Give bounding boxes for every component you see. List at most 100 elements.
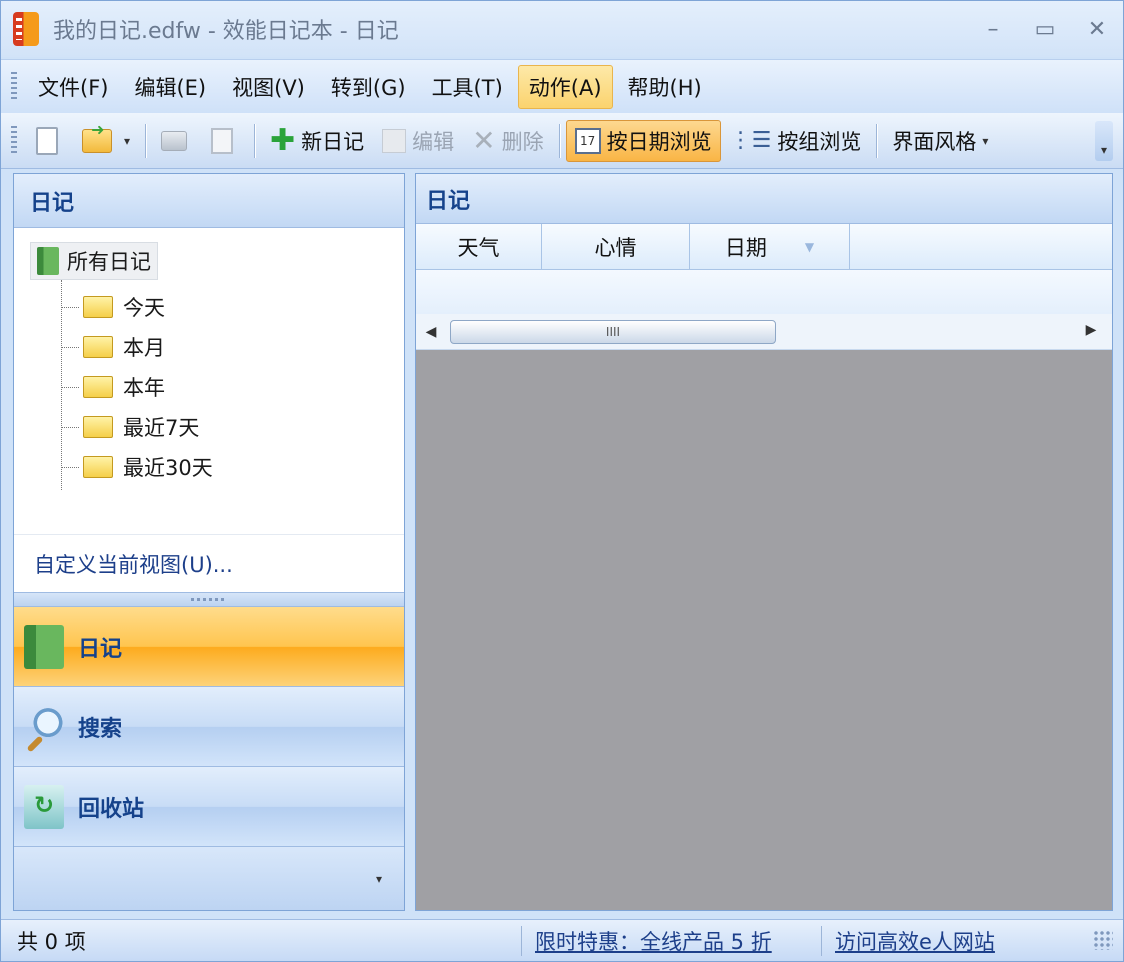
plus-icon: ✚ (270, 122, 296, 158)
menu-help[interactable]: 帮助(H) (617, 65, 713, 109)
tree-node-last-30-days[interactable]: 最近30天 (61, 448, 213, 486)
horizontal-scrollbar[interactable]: ◀ IIII ▶ (416, 314, 1112, 350)
open-folder-icon (82, 120, 112, 153)
diary-list-header: 天气 心情 日期 ▼ (416, 224, 1112, 270)
new-diary-label: 新日记 (301, 129, 365, 154)
new-document-icon (36, 126, 58, 155)
pane-splitter-handle[interactable] (14, 592, 404, 606)
resize-grip-icon[interactable] (1093, 930, 1113, 950)
new-diary-button[interactable]: ✚ 新日记 (261, 120, 373, 162)
menubar-grip-handle[interactable] (11, 71, 17, 102)
tree-node-label: 最近7天 (123, 416, 200, 440)
website-link[interactable]: 访问高效e人网站 (835, 920, 995, 962)
diary-list-body[interactable] (416, 270, 1112, 314)
menu-edit[interactable]: 编辑(E) (123, 65, 217, 109)
menu-actions[interactable]: 动作(A) (517, 64, 613, 109)
toolbar-grip-handle[interactable] (11, 125, 17, 156)
title-bar[interactable]: 我的日记.edfw - 效能日记本 - 日记 – ▭ ✕ (1, 1, 1123, 57)
toolbar-overflow-button[interactable]: ▾ (1095, 121, 1113, 161)
maximize-button[interactable]: ▭ (1019, 1, 1071, 57)
print-preview-icon (211, 127, 234, 154)
column-label: 心情 (594, 236, 637, 260)
diary-tree: 所有日记 今天 本月 本年 最近7天 最近30天 (14, 228, 404, 532)
scroll-left-icon[interactable]: ◀ (416, 324, 446, 340)
tree-node-label: 本年 (123, 376, 165, 400)
toolbar-separator (876, 123, 878, 158)
tree-node-this-year[interactable]: 本年 (61, 368, 165, 406)
toolbar-separator (145, 123, 147, 158)
nav-button-recycle-bin[interactable]: 回收站 (14, 766, 404, 846)
column-label: 天气 (457, 236, 500, 260)
delete-button[interactable]: ✕ 删除 (463, 120, 552, 162)
nav-button-search[interactable]: 搜索 (14, 686, 404, 766)
tree-node-label: 本月 (123, 336, 165, 360)
nav-button-label: 搜索 (78, 716, 123, 742)
delete-label: 删除 (501, 129, 544, 154)
navigation-pane: 日记 所有日记 今天 本月 本年 最近7天 最近30天 自定义当前视图(U)..… (13, 173, 405, 911)
app-notebook-icon (13, 12, 39, 46)
customize-view-link[interactable]: 自定义当前视图(U)... (14, 534, 404, 592)
print-preview-button[interactable] (202, 120, 248, 162)
new-document-button[interactable] (27, 120, 73, 162)
toolbar-separator (254, 123, 256, 158)
app-window: 我的日记.edfw - 效能日记本 - 日记 – ▭ ✕ 文件(F) 编辑(E)… (0, 0, 1124, 962)
sort-descending-icon: ▼ (804, 240, 815, 254)
edit-button[interactable]: 编辑 (373, 120, 463, 162)
column-label: 日期 (724, 236, 767, 260)
folder-icon (83, 296, 113, 318)
browse-by-group-button[interactable]: ⋮☰ 按组浏览 (721, 120, 871, 162)
nav-button-label: 日记 (78, 636, 123, 662)
toolbar-separator (558, 123, 560, 158)
folder-icon (83, 376, 113, 398)
menu-view[interactable]: 视图(V) (221, 65, 316, 109)
status-separator (521, 926, 522, 956)
diary-book-icon (24, 624, 64, 669)
tree-node-today[interactable]: 今天 (61, 288, 165, 326)
chevron-down-icon: ▾ (982, 133, 989, 148)
tree-node-last-7-days[interactable]: 最近7天 (61, 408, 199, 446)
open-button[interactable]: ▾ (73, 120, 139, 162)
tree-node-label: 所有日记 (67, 250, 151, 274)
thumb-grip: IIII (605, 325, 621, 339)
tree-node-all-diaries[interactable]: 所有日记 (30, 242, 158, 280)
column-header-date[interactable]: 日期 ▼ (690, 224, 850, 270)
nav-pane-options[interactable]: ▾ (14, 846, 404, 910)
menu-bar: 文件(F) 编辑(E) 视图(V) 转到(G) 工具(T) 动作(A) 帮助(H… (1, 59, 1123, 113)
status-separator (821, 926, 822, 956)
nav-pane-header: 日记 (14, 174, 404, 228)
scrollbar-thumb[interactable]: IIII (450, 320, 776, 344)
edit-pencil-icon (382, 128, 407, 153)
promo-link[interactable]: 限时特惠：全线产品 5 折 (535, 920, 772, 962)
edit-label: 编辑 (412, 129, 455, 154)
nav-button-diary[interactable]: 日记 (14, 606, 404, 686)
menu-file[interactable]: 文件(F) (27, 65, 119, 109)
content-pane-header: 日记 (416, 174, 1112, 224)
printer-icon (161, 130, 188, 151)
menu-tools[interactable]: 工具(T) (421, 65, 514, 109)
column-header-weather[interactable]: 天气 (416, 224, 542, 270)
tree-node-this-month[interactable]: 本月 (61, 328, 165, 366)
folder-icon (83, 336, 113, 358)
scroll-right-icon[interactable]: ▶ (1076, 322, 1106, 338)
folder-icon (83, 416, 113, 438)
status-bar: 共 0 项 限时特惠：全线产品 5 折 访问高效e人网站 (1, 919, 1123, 961)
calendar-icon: 17 (574, 127, 601, 154)
toolbar: ▾ ✚ 新日记 编辑 ✕ 删除 17 按日期浏览 ⋮☰ 按组浏览 (1, 113, 1123, 169)
minimize-button[interactable]: – (967, 1, 1019, 57)
browse-by-date-label: 按日期浏览 (606, 129, 712, 154)
close-button[interactable]: ✕ (1071, 1, 1123, 57)
window-title: 我的日记.edfw - 效能日记本 - 日记 (53, 19, 399, 44)
column-header-mood[interactable]: 心情 (542, 224, 690, 270)
content-pane: 日记 天气 心情 日期 ▼ ◀ IIII ▶ (415, 173, 1113, 911)
recycle-bin-icon (24, 784, 64, 829)
browse-by-date-button[interactable]: 17 按日期浏览 (565, 119, 721, 162)
print-button[interactable] (152, 120, 202, 162)
menu-goto[interactable]: 转到(G) (320, 65, 417, 109)
chevron-down-icon[interactable]: ▾ (124, 134, 130, 148)
window-controls: – ▭ ✕ (967, 1, 1123, 57)
ui-style-dropdown[interactable]: 界面风格 ▾ (883, 120, 997, 162)
overflow-chevron-icon: ▾ (1100, 143, 1108, 157)
tree-node-label: 最近30天 (123, 456, 213, 480)
delete-x-icon: ✕ (472, 123, 496, 157)
folder-icon (83, 456, 113, 478)
